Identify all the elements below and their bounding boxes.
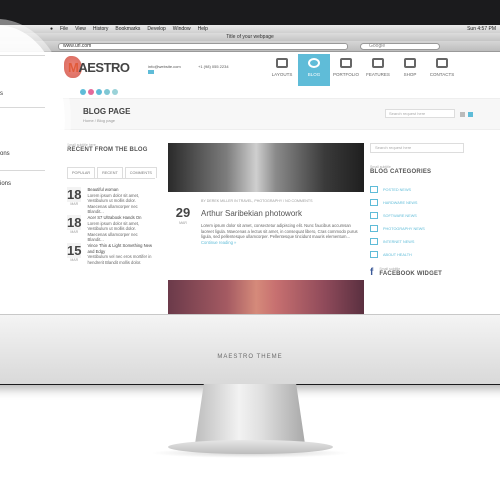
post-title[interactable]: Vince Thin & Light Something New and Edg… [87, 243, 155, 254]
nav-blog[interactable]: BLOG [298, 54, 330, 86]
monitor-label: MAESTRO THEME [217, 354, 283, 360]
nav-contacts[interactable]: CONTACTS [426, 54, 458, 86]
overlay-label: s [0, 91, 3, 97]
nav-layouts[interactable]: LAYOUTS [266, 54, 298, 86]
view-toggle [460, 112, 473, 117]
overlay-label: ons [0, 151, 10, 157]
menubar-clock: Sun 4:57 PM [467, 26, 496, 32]
menu-view[interactable]: View [75, 26, 86, 32]
page-title: BLOG PAGE [83, 107, 131, 116]
recent-tabs: POPULAR RECENT COMMENTS [67, 167, 157, 179]
nav-portfolio[interactable]: PORTFOLIO [330, 54, 362, 86]
right-sidebar: Search request here Small subtitle BLOG … [370, 143, 466, 303]
menu-bookmarks[interactable]: Bookmarks [115, 26, 140, 32]
main-column: BY DEREK MILLER IN TRAVEL, PHOTOGRAPHY /… [168, 143, 364, 320]
list-view-icon[interactable] [468, 112, 473, 117]
address-bar[interactable]: www.url.com [58, 43, 348, 50]
tab-comments[interactable]: COMMENTS [124, 167, 157, 178]
site-header: MAESTRO info@website.com +1 (98) 055 223… [60, 52, 500, 86]
nav-features[interactable]: FEATURES [362, 54, 394, 86]
post-title[interactable]: Arthur Saribekian photowork [201, 209, 302, 218]
left-sidebar: Small subtitle here RECENT FROM THE BLOG… [67, 143, 157, 293]
page-search-input[interactable]: Search request here [385, 109, 455, 118]
globe-icon [308, 58, 320, 68]
post-excerpt: Lorem ipsum dolor sit amet, Vestibulum u… [87, 220, 140, 243]
monitor-base [168, 440, 333, 454]
category-icon [370, 199, 378, 206]
menu-file[interactable]: File [60, 26, 68, 32]
window-title: Title of your webpage [0, 33, 500, 41]
tab-recent[interactable]: RECENT [97, 167, 123, 178]
recent-title: RECENT FROM THE BLOG [67, 147, 148, 153]
social-icons [80, 89, 118, 95]
twitter-icon[interactable] [80, 89, 86, 95]
layouts-icon [276, 58, 288, 68]
contact-phone: +1 (98) 055 2234 [198, 64, 229, 69]
tab-popular[interactable]: POPULAR [67, 167, 96, 178]
category-item[interactable]: SOFTWARE NEWS [370, 209, 466, 222]
category-item[interactable]: INTERNET NEWS [370, 235, 466, 248]
rss-icon[interactable] [112, 89, 118, 95]
category-icon [370, 238, 378, 245]
post-meta: BY DEREK MILLER IN TRAVEL, PHOTOGRAPHY /… [201, 199, 313, 203]
widget-title: FACEBOOK WIDGET [379, 271, 443, 277]
category-icon [370, 186, 378, 193]
post-date: 18 MAR [67, 187, 82, 206]
list-item[interactable]: 18 MAR Acer S7 Ultrabook Hands On Lorem ip… [67, 215, 155, 242]
os-menubar: ● File View History Bookmarks Develop Wi… [0, 25, 500, 33]
shop-icon [404, 58, 416, 68]
breadcrumb[interactable]: Home / Blog page [83, 118, 115, 123]
menu-window[interactable]: Window [173, 26, 191, 32]
continue-reading-link[interactable]: Continue reading » [201, 240, 236, 245]
list-item[interactable]: 18 MAR Beautiful woman Lorem ipsum dolor s… [67, 187, 155, 214]
linkedin-icon[interactable] [104, 89, 110, 95]
page-header: BLOG PAGE Home / Blog page Search reques… [60, 98, 500, 130]
category-item[interactable]: PHOTOGRAPHY NEWS [370, 222, 466, 235]
monitor-chin [0, 314, 500, 384]
features-icon [372, 58, 384, 68]
nav-shop[interactable]: SHOP [394, 54, 426, 86]
post-date: 15 MAR [67, 243, 82, 262]
facebook-logo-icon: f [370, 267, 374, 278]
post-body: Lorem ipsum dolor sit amet, consectetur … [201, 223, 358, 245]
contact-email[interactable]: info@website.com [148, 64, 181, 69]
menu-develop[interactable]: Develop [147, 26, 165, 32]
overlay-label: ions [0, 181, 12, 187]
facebook-icon[interactable] [96, 89, 102, 95]
browser-toolbar: www.url.com Google [0, 41, 500, 52]
post-excerpt: Vestibulum vel nec eros mortifer in hend… [87, 254, 152, 265]
sidebar-search-input[interactable]: Search request here [370, 143, 464, 153]
post-date: 18 MAR [67, 215, 82, 234]
menu-help[interactable]: Help [198, 26, 208, 32]
scene: ● File View History Bookmarks Develop Wi… [0, 0, 500, 500]
category-icon [370, 225, 378, 232]
post-excerpt: Lorem ipsum dolor sit amet, Vestibulum u… [87, 192, 140, 215]
apple-icon[interactable]: ● [50, 26, 53, 32]
featured-image[interactable] [168, 143, 364, 192]
grid-view-icon[interactable] [460, 112, 465, 117]
monitor-stand [195, 384, 305, 444]
contacts-icon [436, 58, 448, 68]
dribbble-icon[interactable] [88, 89, 94, 95]
browser-search-input[interactable]: Google [360, 43, 440, 50]
post-date: 29 MAR [175, 205, 191, 225]
category-item[interactable]: ABOUT HEALTH [370, 248, 466, 261]
category-icon [370, 251, 378, 258]
list-item[interactable]: 15 MAR Vince Thin & Light Something New a… [67, 243, 155, 265]
site-logo[interactable]: MAESTRO [68, 60, 130, 75]
category-item[interactable]: POSTED NEWS [370, 183, 466, 196]
main-nav: LAYOUTS BLOG PORTFOLIO FEATURES SHOP CON… [266, 54, 458, 86]
language-flag-icon[interactable] [148, 70, 154, 74]
camera-icon [340, 58, 352, 68]
menu-history[interactable]: History [93, 26, 109, 32]
category-item[interactable]: HARDWARE NEWS [370, 196, 466, 209]
category-icon [370, 212, 378, 219]
